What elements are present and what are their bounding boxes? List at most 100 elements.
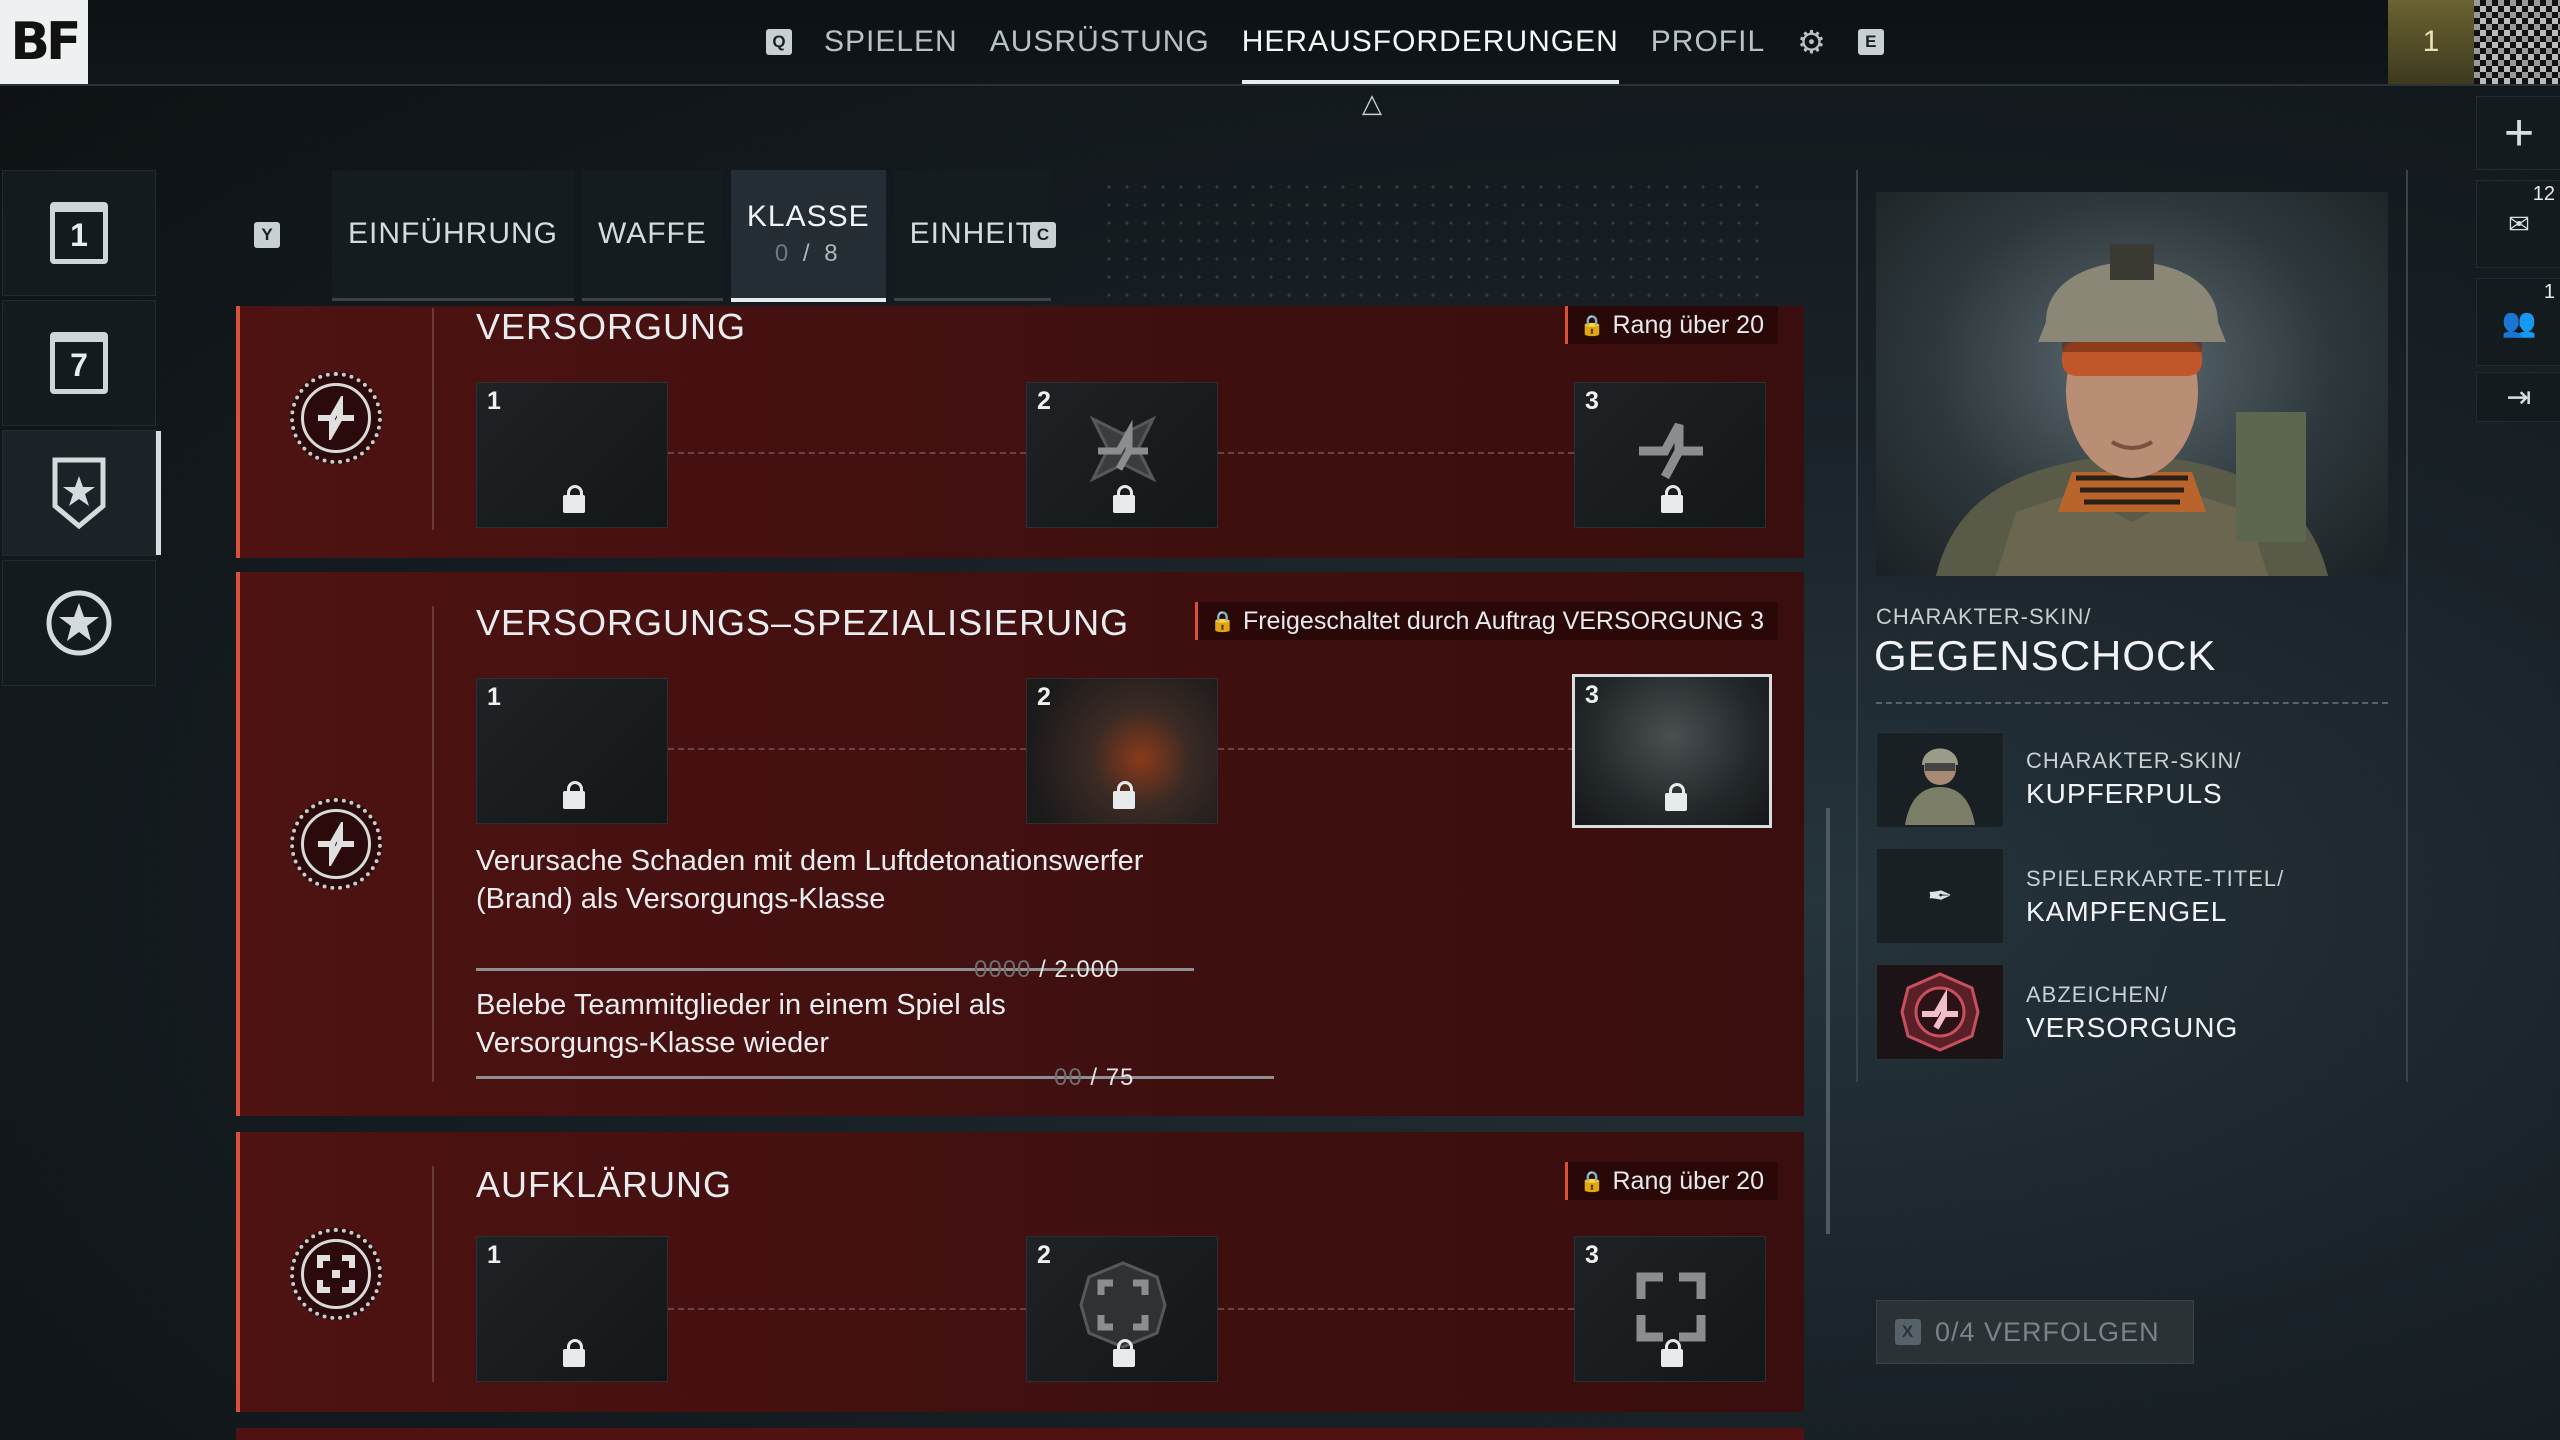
sidebar-class-challenges[interactable]	[2, 430, 161, 556]
reward-thumb-skin[interactable]	[1876, 732, 2004, 828]
section-title: VERSORGUNGS–SPEZIALISIERUNG	[476, 602, 1130, 643]
tile-number: 1	[487, 387, 501, 415]
support-badge-icon	[1900, 972, 1980, 1052]
reward-name: KUPFERPULS	[2026, 778, 2223, 809]
tab-einheit[interactable]: EINHEIT	[893, 170, 1051, 301]
tab-progress-total: 8	[824, 240, 842, 267]
section-title: AUFKLÄRUNG	[476, 1164, 733, 1205]
nav-item-spielen[interactable]: SPIELEN	[824, 0, 958, 84]
rank-lock-badge: 🔒 Rang über 20	[1564, 306, 1778, 344]
main-reward-category: CHARAKTER-SKIN/	[1876, 604, 2092, 629]
lock-text: Rang über 20	[1612, 1166, 1764, 1195]
tab-label: EINFÜHRUNG	[348, 217, 558, 250]
lock-text: Rang über 20	[1612, 310, 1764, 339]
reward-thumb-badge[interactable]	[1876, 964, 2004, 1060]
section-versorgungs-spezialisierung[interactable]: VERSORGUNGS–SPEZIALISIERUNG 🔒 Freigeschal…	[236, 572, 1804, 1116]
reward-name: KAMPFENGEL	[2026, 896, 2228, 927]
tile-number: 3	[1585, 387, 1599, 415]
nav-item-ausruestung[interactable]: AUSRÜSTUNG	[990, 0, 1210, 84]
lock-icon: 🔒	[1210, 610, 1235, 633]
support-emblem-icon	[1089, 415, 1157, 483]
lock-icon	[563, 781, 585, 809]
unlock-requirement-badge: 🔒 Freigeschaltet durch Auftrag VERSORGUNG…	[1195, 602, 1778, 640]
lock-text: Freigeschaltet durch Auftrag VERSORGUNG …	[1242, 606, 1764, 635]
section-divider	[432, 308, 434, 530]
tile-number: 3	[1585, 1241, 1599, 1269]
reward-tile[interactable]: 3	[1574, 1236, 1766, 1382]
tab-progress-done: 0	[774, 240, 793, 267]
player-emblem[interactable]	[2474, 0, 2560, 84]
lock-icon	[1665, 783, 1687, 811]
lock-icon	[1113, 781, 1135, 809]
track-label: 0/4 VERFOLGEN	[1935, 1316, 2160, 1347]
main-reward-name: GEGENSCHOCK	[1874, 632, 2217, 679]
reward-thumb-player-card-title[interactable]: ✒	[1876, 848, 2004, 944]
section-divider	[432, 606, 434, 1082]
add-friend-plus-icon[interactable]: +	[2476, 96, 2560, 170]
tab-waffe[interactable]: WAFFE	[582, 170, 723, 301]
section-versorgung[interactable]: VERSORGUNG 🔒 Rang über 20 1 2 3	[236, 306, 1804, 558]
exit-arrow-icon[interactable]: ⇥	[2476, 372, 2560, 422]
nav-item-profil[interactable]: PROFIL	[1651, 0, 1765, 84]
tile-number: 2	[1037, 683, 1051, 711]
sidebar-mastery[interactable]	[2, 560, 156, 686]
track-key-hint: X	[1895, 1319, 1921, 1345]
squad-button[interactable]: 👥 1	[2476, 278, 2560, 366]
reward-tile[interactable]: 1	[476, 1236, 668, 1382]
progress-path-line	[668, 1308, 1026, 1310]
soldier-portrait-image	[1936, 244, 2328, 576]
progress-path-line	[668, 452, 1026, 454]
tab-klasse[interactable]: KLASSE 0 / 8	[730, 170, 886, 302]
reward-category: CHARAKTER-SKIN/	[2026, 748, 2242, 773]
section-aufklaerung[interactable]: AUFKLÄRUNG 🔒 Rang über 20 1 2 3	[236, 1132, 1804, 1412]
tab-progress: 0 / 8	[775, 240, 842, 268]
mail-count: 12	[2532, 183, 2555, 205]
reward-category: ABZEICHEN/	[2026, 982, 2169, 1007]
support-class-icon	[290, 798, 382, 890]
reward-tile-selected[interactable]: 3	[1572, 674, 1772, 828]
progress-current: 00	[1054, 1064, 1083, 1091]
tab-einfuehrung[interactable]: EINFÜHRUNG	[332, 170, 574, 301]
support-class-icon	[290, 372, 382, 464]
nav-item-herausforderungen[interactable]: HERAUSFORDERUNGEN	[1241, 0, 1619, 84]
reward-tile[interactable]: 3	[1574, 382, 1766, 528]
tab-key-right-hint: C	[1030, 222, 1056, 248]
tile-number: 1	[487, 1241, 501, 1269]
squad-count: 1	[2543, 281, 2555, 303]
star-circle-icon	[46, 590, 112, 656]
tab-label: EINHEIT	[909, 217, 1035, 250]
support-symbol-icon	[1639, 422, 1703, 480]
weekly-label: 7	[70, 347, 88, 383]
next-section-edge	[236, 1428, 1804, 1440]
rank-badge[interactable]: 1	[2388, 0, 2474, 84]
soldier-skin-icon	[1905, 748, 1975, 825]
reward-tile[interactable]: 2	[1026, 1236, 1218, 1382]
shield-star-icon	[52, 457, 106, 530]
settings-gear-icon[interactable]: ⚙	[1797, 23, 1826, 61]
tile-number: 3	[1585, 681, 1599, 709]
reward-tile[interactable]: 1	[476, 382, 668, 528]
progress-current: 0000	[974, 956, 1032, 983]
challenge-description: Verursache Schaden mit dem Luftdetonatio…	[476, 845, 1144, 915]
lock-icon: 🔒	[1579, 1170, 1605, 1193]
challenge-progress-value: 00 / 75	[1054, 1064, 1134, 1092]
tab-progress-sep: /	[792, 240, 825, 267]
reward-tile[interactable]: 1	[476, 678, 668, 824]
reward-tile[interactable]: 2	[1026, 678, 1218, 824]
progress-path-line	[668, 748, 1026, 750]
scrollbar[interactable]	[1826, 808, 1830, 1234]
rank-lock-badge: 🔒 Rang über 20	[1564, 1162, 1778, 1200]
lock-icon	[1113, 485, 1135, 513]
mail-button[interactable]: ✉ 12	[2476, 180, 2560, 268]
reward-tile[interactable]: 2	[1026, 382, 1218, 528]
lock-icon	[563, 1339, 585, 1367]
main-nav: Q SPIELEN AUSRÜSTUNG HERAUSFORDERUNGEN P…	[766, 0, 1884, 84]
sidebar-daily[interactable]: 1	[2, 170, 156, 296]
tab-key-left-hint: Y	[254, 222, 280, 248]
mail-icon: ✉	[2508, 208, 2530, 239]
challenge-progress-bar	[476, 1076, 1274, 1079]
section-divider	[432, 1166, 434, 1382]
challenge-progress-value: 0000 / 2.000	[974, 956, 1119, 984]
track-challenges-button[interactable]: X 0/4 VERFOLGEN	[1876, 1300, 2194, 1364]
sidebar-weekly[interactable]: 7	[2, 300, 156, 426]
